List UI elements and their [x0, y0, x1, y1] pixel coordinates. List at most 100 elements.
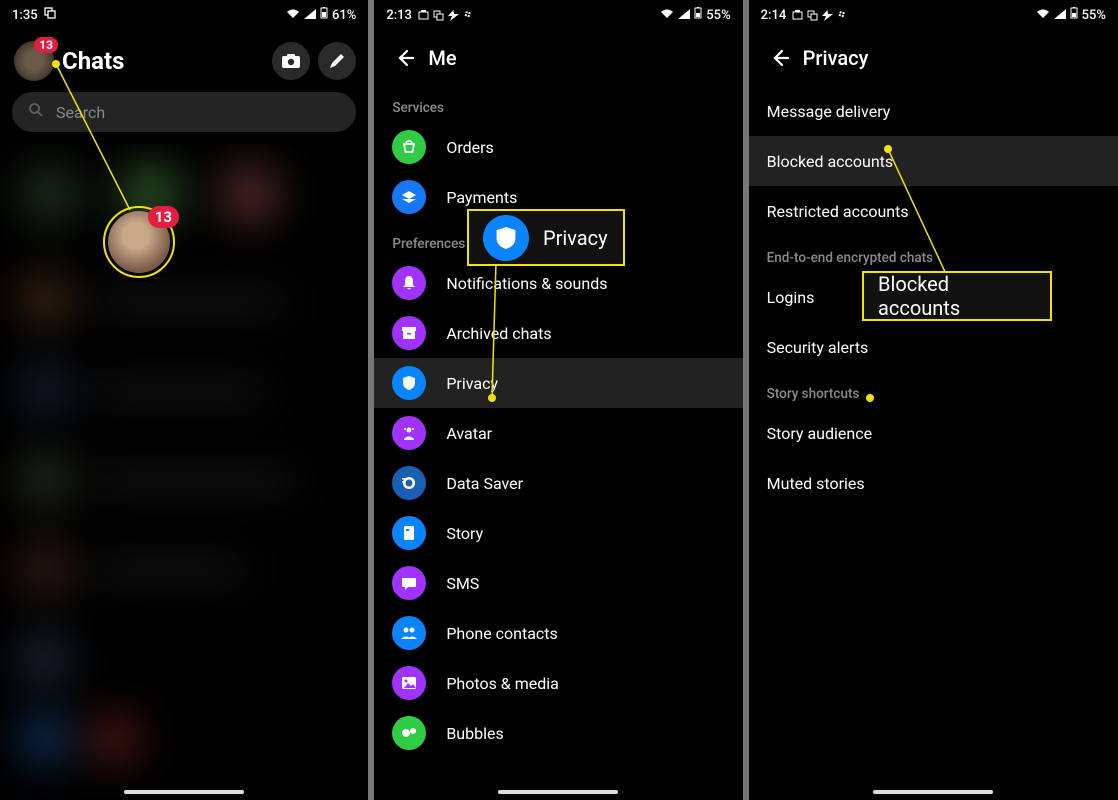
- row-label: Photos & media: [446, 674, 559, 693]
- row-label: Story: [446, 524, 483, 543]
- row-avatar[interactable]: Avatar: [374, 408, 742, 458]
- bubbles-icon: [392, 716, 426, 750]
- payments-icon: [392, 180, 426, 214]
- section-e2e: End-to-end encrypted chats: [749, 236, 1118, 272]
- photos-icon: [392, 666, 426, 700]
- bell-icon: [392, 266, 426, 300]
- row-story[interactable]: Story: [374, 508, 742, 558]
- nav-pill[interactable]: [498, 790, 618, 794]
- blurred-chat-list: [0, 144, 368, 800]
- callout-dot: [488, 394, 496, 402]
- screenshot-icon: [44, 7, 56, 23]
- row-sms[interactable]: SMS: [374, 558, 742, 608]
- orders-icon: [392, 130, 426, 164]
- status-bar: 1:35 61%: [0, 0, 368, 30]
- row-orders[interactable]: Orders: [374, 122, 742, 172]
- callout-dot: [52, 60, 60, 68]
- row-label: Blocked accounts: [767, 152, 894, 171]
- datasaver-icon: [392, 466, 426, 500]
- search-placeholder: Search: [56, 103, 105, 122]
- avatar-icon: [392, 416, 426, 450]
- screen-me: 2:13 55% Me Services: [374, 0, 742, 800]
- shield-icon: [392, 366, 426, 400]
- row-datasaver[interactable]: Data Saver: [374, 458, 742, 508]
- status-bar: 2:14 55%: [749, 0, 1118, 30]
- sms-icon: [392, 566, 426, 600]
- contacts-icon: [392, 616, 426, 650]
- callout-avatar-circle: 13: [103, 206, 175, 278]
- callout-dot: [866, 394, 874, 402]
- section-story-shortcuts: Story shortcuts: [749, 372, 1118, 408]
- row-label: Phone contacts: [446, 624, 557, 643]
- row-privacy[interactable]: Privacy: [374, 358, 742, 408]
- status-bar: 2:13 55%: [374, 0, 742, 30]
- shield-icon: [483, 215, 529, 261]
- wifi-icon: [660, 8, 674, 23]
- search-input[interactable]: Search: [12, 92, 356, 132]
- profile-avatar[interactable]: 13: [14, 41, 54, 81]
- row-label: Story audience: [767, 424, 872, 443]
- row-label: Notifications & sounds: [446, 274, 607, 293]
- row-label: Logins: [767, 288, 815, 307]
- notif-icons: [418, 10, 476, 21]
- signal-icon: [678, 8, 690, 23]
- row-archived[interactable]: Archived chats: [374, 308, 742, 358]
- row-label: Privacy: [446, 374, 498, 393]
- compose-button[interactable]: [318, 42, 356, 80]
- row-message-delivery[interactable]: Message delivery: [749, 86, 1118, 136]
- section-services: Services: [374, 86, 742, 122]
- row-label: Avatar: [446, 424, 492, 443]
- row-blocked-accounts[interactable]: Blocked accounts: [749, 136, 1118, 186]
- page-title: Privacy: [803, 46, 869, 70]
- unread-badge: 13: [34, 37, 58, 53]
- row-contacts[interactable]: Phone contacts: [374, 608, 742, 658]
- me-header: Me: [374, 30, 742, 86]
- page-title: Chats: [62, 47, 264, 75]
- row-bubbles[interactable]: Bubbles: [374, 708, 742, 758]
- story-icon: [392, 516, 426, 550]
- row-muted-stories[interactable]: Muted stories: [749, 458, 1118, 508]
- back-button[interactable]: [384, 38, 424, 78]
- row-story-audience[interactable]: Story audience: [749, 408, 1118, 458]
- status-battery: 55%: [1082, 8, 1106, 23]
- callout-dot: [884, 145, 892, 153]
- signal-icon: [1054, 8, 1066, 23]
- row-label: Restricted accounts: [767, 202, 909, 221]
- status-time: 2:14: [761, 8, 787, 23]
- callout-blocked-box: Blocked accounts: [862, 271, 1052, 321]
- status-battery: 55%: [706, 8, 730, 23]
- row-label: Data Saver: [446, 474, 523, 493]
- status-time: 2:13: [386, 8, 412, 23]
- callout-label: Blocked accounts: [878, 272, 1036, 320]
- privacy-header: Privacy: [749, 30, 1118, 86]
- callout-label: Privacy: [543, 226, 608, 250]
- wifi-icon: [1036, 8, 1050, 23]
- row-label: Archived chats: [446, 324, 551, 343]
- status-time: 1:35: [12, 8, 38, 23]
- search-icon: [28, 102, 44, 122]
- row-security-alerts[interactable]: Security alerts: [749, 322, 1118, 372]
- row-restricted-accounts[interactable]: Restricted accounts: [749, 186, 1118, 236]
- page-title: Me: [428, 46, 456, 70]
- row-label: Payments: [446, 188, 517, 207]
- nav-pill[interactable]: [873, 790, 993, 794]
- notif-icons: [792, 10, 850, 21]
- row-label: Message delivery: [767, 102, 891, 121]
- screen-chats: 1:35 61% 13 Chats: [0, 0, 368, 800]
- row-label: Bubbles: [446, 724, 503, 743]
- back-button[interactable]: [759, 38, 799, 78]
- row-photos[interactable]: Photos & media: [374, 658, 742, 708]
- row-label: Muted stories: [767, 474, 865, 493]
- camera-button[interactable]: [272, 42, 310, 80]
- battery-icon: [694, 7, 702, 23]
- row-label: Security alerts: [767, 338, 869, 357]
- wifi-icon: [286, 8, 300, 23]
- signal-icon: [304, 8, 316, 23]
- nav-pill[interactable]: [124, 790, 244, 794]
- battery-icon: [1070, 7, 1078, 23]
- row-label: SMS: [446, 574, 479, 593]
- archive-icon: [392, 316, 426, 350]
- callout-badge: 13: [148, 206, 179, 228]
- callout-privacy-box: Privacy: [467, 209, 625, 266]
- row-label: Orders: [446, 138, 493, 157]
